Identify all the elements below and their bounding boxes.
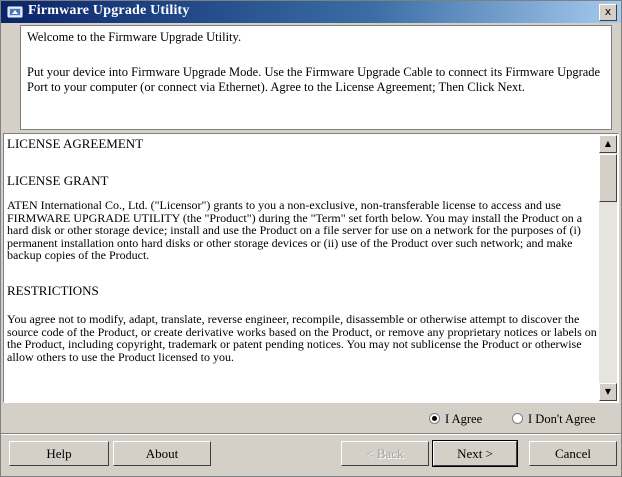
license-grant-text: ATEN International Co., Ltd. ("Licensor"… (7, 198, 583, 262)
window-title: Firmware Upgrade Utility (28, 3, 190, 18)
license-text: LICENSE AGREEMENT LICENSE GRANT ATEN Int… (7, 136, 597, 364)
agree-label: I Agree (445, 412, 483, 426)
scroll-up-button[interactable]: ▲ (599, 135, 617, 153)
instructions-text: Put your device into Firmware Upgrade Mo… (27, 65, 601, 94)
close-icon: x (604, 5, 612, 18)
restrictions-heading: RESTRICTIONS (7, 282, 99, 298)
back-button[interactable]: < Back (341, 441, 429, 466)
close-button[interactable]: x (599, 4, 617, 21)
license-heading: LICENSE AGREEMENT (7, 136, 144, 151)
disagree-option[interactable]: I Don't Agree (512, 412, 596, 427)
license-agreement-box[interactable]: LICENSE AGREEMENT LICENSE GRANT ATEN Int… (3, 133, 619, 403)
down-arrow-icon: ▼ (604, 387, 612, 396)
title-bar[interactable]: Firmware Upgrade Utility x (1, 1, 621, 23)
scroll-thumb[interactable] (599, 154, 617, 202)
agree-option[interactable]: I Agree (429, 412, 482, 427)
license-grant-heading: LICENSE GRANT (7, 172, 109, 188)
agree-radio[interactable] (429, 413, 440, 424)
help-button[interactable]: Help (9, 441, 109, 466)
vertical-scrollbar[interactable]: ▲ ▼ (599, 135, 617, 401)
about-button[interactable]: About (113, 441, 211, 466)
restrictions-text: You agree not to modify, adapt, translat… (7, 312, 597, 364)
cancel-button[interactable]: Cancel (529, 441, 617, 466)
app-icon (7, 6, 23, 18)
firmware-upgrade-window: Firmware Upgrade Utility x Welcome to th… (0, 0, 622, 477)
disagree-label: I Don't Agree (528, 412, 596, 426)
scroll-down-button[interactable]: ▼ (599, 383, 617, 401)
next-button[interactable]: Next > (432, 440, 518, 467)
welcome-text: Welcome to the Firmware Upgrade Utility. (27, 30, 242, 44)
footer-divider (1, 433, 621, 435)
intro-panel: Welcome to the Firmware Upgrade Utility.… (20, 25, 612, 130)
disagree-radio[interactable] (512, 413, 523, 424)
up-arrow-icon: ▲ (604, 139, 612, 148)
